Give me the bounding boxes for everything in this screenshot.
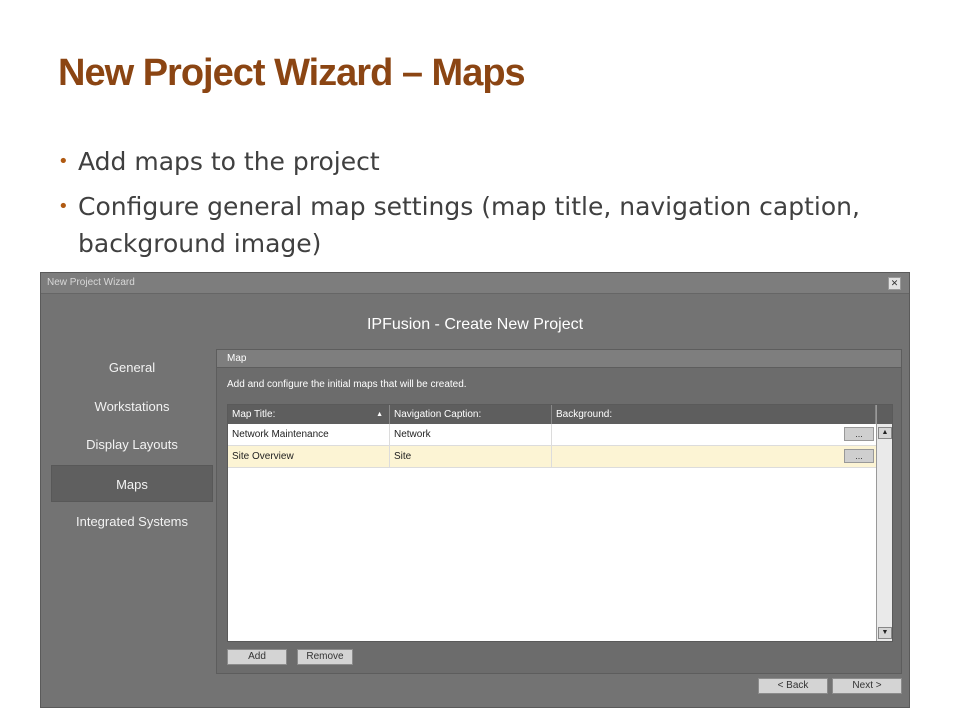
panel-description: Add and configure the initial maps that … [227,379,467,390]
maps-grid: Map Title: ▲ Navigation Caption: Backgro… [227,404,893,642]
close-icon[interactable]: ✕ [888,277,901,290]
scroll-up-icon[interactable]: ▲ [878,427,892,439]
nav-item-integrated-systems[interactable]: Integrated Systems [51,503,213,540]
nav-item-maps[interactable]: Maps [51,464,213,502]
column-header-map-title[interactable]: Map Title: ▲ [228,405,390,424]
sort-ascending-icon: ▲ [376,411,383,418]
scrollbar-header-filler [877,405,892,424]
back-button[interactable]: < Back [758,678,828,694]
cell-map-title[interactable]: Site Overview [228,446,390,468]
app-title: IPFusion - Create New Project [366,316,584,333]
column-header-label: Navigation Caption: [394,409,482,420]
wizard-window: New Project Wizard ✕ IPFusion - Create N… [40,272,910,708]
nav-item-display-layouts[interactable]: Display Layouts [51,426,213,463]
grid-header: Map Title: ▲ Navigation Caption: Backgro… [228,405,876,424]
column-header-label: Map Title: [232,409,276,420]
scroll-down-icon[interactable]: ▼ [878,627,892,639]
add-map-button[interactable]: Add [227,649,287,665]
table-row[interactable]: Site Overview Site ... [228,446,876,468]
bullet-text: Configure general map settings (map titl… [78,192,860,258]
bullet-item: • Configure general map settings (map tit… [58,188,918,262]
cell-navigation-caption[interactable]: Network [390,424,552,446]
column-header-label: Background: [556,409,613,420]
nav-item-workstations[interactable]: Workstations [51,388,213,425]
column-header-navigation-caption[interactable]: Navigation Caption: [390,405,552,424]
nav-item-general[interactable]: General [51,349,213,386]
remove-map-button[interactable]: Remove [297,649,353,665]
map-panel: Map Add and configure the initial maps t… [216,349,902,674]
next-button[interactable]: Next > [832,678,902,694]
browse-background-button[interactable]: ... [844,449,874,463]
bullet-text: Add maps to the project [78,147,380,176]
window-titlebar[interactable]: New Project Wizard ✕ [41,273,909,294]
window-title: New Project Wizard [47,277,135,288]
column-header-background[interactable]: Background: [552,405,876,424]
cell-map-title[interactable]: Network Maintenance [228,424,390,446]
panel-header: Map [217,350,901,368]
bullet-dot: • [58,151,69,172]
bullet-item: • Add maps to the project [58,143,918,180]
wizard-nav: General Workstations Display Layouts Map… [51,349,213,542]
slide-title: New Project Wizard – Maps [58,52,526,94]
table-row[interactable]: Network Maintenance Network ... [228,424,876,446]
cell-background[interactable]: ... [552,424,876,446]
panel-title: Map [227,353,247,364]
cell-navigation-caption[interactable]: Site [390,446,552,468]
grid-rows: Network Maintenance Network ... Site Ove… [228,424,876,468]
browse-background-button[interactable]: ... [844,427,874,441]
vertical-scrollbar[interactable]: ▲ ▼ [876,405,892,641]
cell-background[interactable]: ... [552,446,876,468]
bullet-list: • Add maps to the project • Configure gene… [58,143,918,270]
bullet-dot: • [58,196,69,217]
